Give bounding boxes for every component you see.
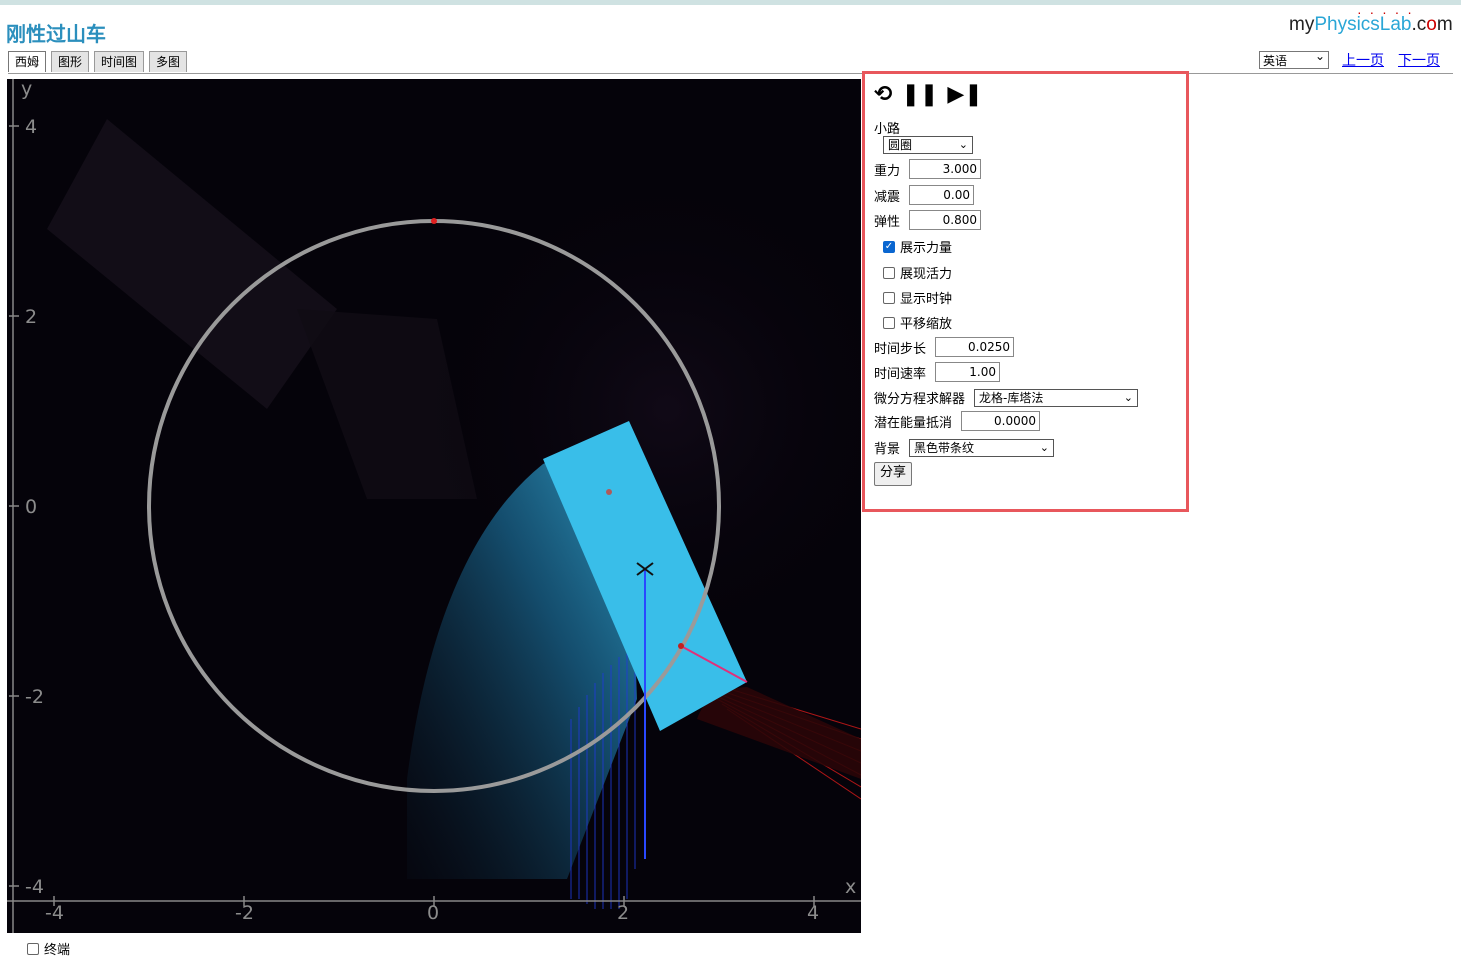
elasticity-label: 弹性	[874, 214, 901, 230]
y-tick-label: 4	[25, 116, 37, 138]
top-accent-bar	[0, 0, 1461, 5]
time-step-input[interactable]: 0.0250	[935, 337, 1015, 357]
gravity-input[interactable]: 3.000	[909, 159, 982, 179]
show-energy-row[interactable]: 展现活力	[883, 263, 952, 282]
path-label-row: 小路	[874, 118, 900, 137]
prev-page-link[interactable]: 上一页	[1342, 50, 1384, 70]
x-tick-label: -4	[45, 902, 64, 924]
tab-time-graph[interactable]: 时间图	[94, 51, 145, 72]
pan-zoom-row[interactable]: 平移缩放	[883, 313, 952, 332]
show-clock-checkbox[interactable]	[883, 291, 895, 304]
show-energy-checkbox[interactable]	[883, 266, 895, 279]
pause-icon[interactable]: ❚❚	[901, 82, 938, 107]
background-row: 背景 黑色带条纹 ⌄	[874, 438, 1055, 457]
logo-arc-icon: · · · · ·	[1357, 4, 1414, 20]
y-tick-label: -2	[25, 686, 44, 708]
simulation-canvas[interactable]: y x 4 2 0 -2 -4 -4 -2 0 2 4	[7, 79, 861, 933]
playback-controls: ⟲ ❚❚ ▶❚	[874, 82, 983, 107]
y-tick-label: 2	[25, 306, 37, 328]
tab-sim[interactable]: 西姆	[8, 51, 47, 72]
y-tick-label: -4	[25, 876, 44, 898]
show-forces-label: 展示力量	[900, 241, 953, 256]
solver-row: 微分方程求解器 龙格-库塔法 ⌄	[874, 388, 1139, 407]
chevron-down-icon: ⌄	[1123, 390, 1134, 404]
tab-multi-graph[interactable]: 多图	[149, 51, 188, 72]
solver-select-value: 龙格-库塔法	[979, 390, 1044, 405]
damping-row: 减震 0.00	[874, 185, 975, 205]
x-tick-label: 2	[617, 902, 629, 924]
tab-bar: 西姆 图形 时间图 多图	[8, 51, 188, 72]
path-select-row: 圆圈 ⌄	[883, 136, 973, 154]
simulation-svg: y x 4 2 0 -2 -4 -4 -2 0 2 4	[7, 79, 861, 933]
background-select[interactable]: 黑色带条纹 ⌄	[909, 438, 1055, 457]
step-icon[interactable]: ▶❚	[947, 82, 982, 107]
gravity-row: 重力 3.000	[874, 159, 982, 179]
y-axis-label: y	[21, 79, 32, 100]
show-forces-checkbox[interactable]: ✓	[883, 240, 895, 253]
chevron-down-icon: ⌄	[1039, 440, 1050, 454]
damping-input[interactable]: 0.00	[909, 185, 975, 205]
path-label: 小路	[874, 122, 901, 137]
x-tick-label: -2	[235, 902, 254, 924]
tab-graph[interactable]: 图形	[51, 51, 90, 72]
time-step-label: 时间步长	[874, 341, 927, 357]
logo-o: o	[1426, 14, 1437, 35]
path-select-value: 圆圈	[888, 138, 913, 152]
pan-zoom-label: 平移缩放	[900, 317, 953, 332]
contact-point	[678, 643, 684, 649]
time-rate-label: 时间速率	[874, 366, 927, 382]
block-pivot-point	[606, 489, 612, 495]
trails-label: 终端	[44, 943, 71, 958]
show-forces-row[interactable]: ✓ 展示力量	[883, 237, 952, 256]
tab-divider	[8, 73, 1453, 74]
x-axis-label: x	[845, 876, 856, 898]
site-logo[interactable]: myPhysicsLab.com · · · · ·	[1289, 4, 1453, 36]
track-top-marker	[431, 218, 437, 224]
x-tick-label: 4	[807, 902, 819, 924]
x-tick-label: 0	[427, 902, 439, 924]
solver-label: 微分方程求解器	[874, 392, 966, 407]
page-title: 刚性过山车	[6, 22, 106, 46]
language-value: 英语	[1263, 54, 1288, 68]
pe-offset-label: 潜在能量抵消	[874, 415, 953, 431]
solver-select[interactable]: 龙格-库塔法 ⌄	[974, 388, 1139, 407]
background-select-value: 黑色带条纹	[914, 440, 975, 455]
chevron-down-icon: ⌄	[958, 138, 968, 151]
language-select[interactable]: 英语	[1259, 49, 1329, 69]
trails-checkbox[interactable]	[27, 942, 39, 955]
time-rate-input[interactable]: 1.00	[935, 362, 1001, 382]
y-tick-label: 0	[25, 496, 37, 518]
damping-label: 减震	[874, 189, 901, 205]
pan-zoom-checkbox[interactable]	[883, 316, 895, 329]
time-rate-row: 时间速率 1.00	[874, 362, 1001, 382]
show-energy-label: 展现活力	[900, 267, 953, 282]
trails-row[interactable]: 终端	[27, 939, 70, 958]
elasticity-row: 弹性 0.800	[874, 210, 982, 230]
gravity-label: 重力	[874, 163, 901, 179]
elasticity-input[interactable]: 0.800	[909, 210, 982, 230]
reset-icon[interactable]: ⟲	[874, 82, 892, 107]
pe-offset-input[interactable]: 0.0000	[961, 411, 1041, 431]
logo-my: my	[1289, 14, 1315, 35]
pe-offset-row: 潜在能量抵消 0.0000	[874, 411, 1041, 431]
next-page-link[interactable]: 下一页	[1398, 50, 1440, 70]
show-clock-row[interactable]: 显示时钟	[883, 288, 952, 307]
background-label: 背景	[874, 442, 901, 457]
control-panel: ⟲ ❚❚ ▶❚ 小路 圆圈 ⌄ 重力 3.000 减震 0.00 弹性 0.80…	[862, 71, 1189, 512]
time-step-row: 时间步长 0.0250	[874, 337, 1015, 357]
share-button[interactable]: 分享	[874, 462, 913, 486]
show-clock-label: 显示时钟	[900, 292, 953, 307]
path-select[interactable]: 圆圈 ⌄	[883, 136, 973, 154]
logo-m: m	[1436, 14, 1453, 35]
